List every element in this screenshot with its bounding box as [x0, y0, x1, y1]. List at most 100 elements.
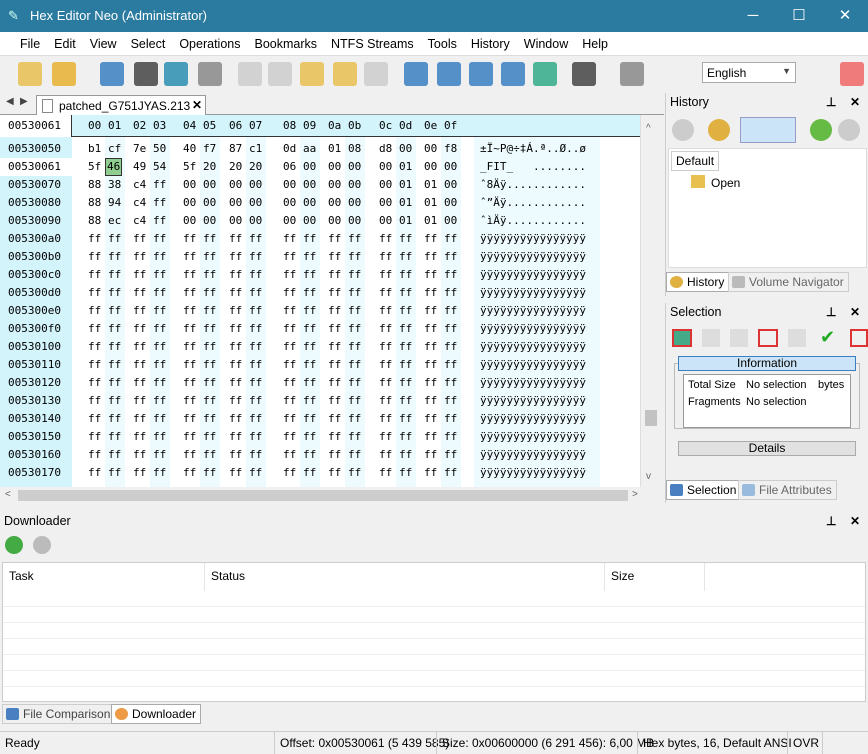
- hex-byte[interactable]: ff: [303, 357, 316, 373]
- hex-byte[interactable]: ff: [348, 339, 361, 355]
- ascii-text[interactable]: ÿÿÿÿÿÿÿÿÿÿÿÿÿÿÿÿ: [480, 303, 586, 319]
- hex-byte[interactable]: ff: [183, 465, 196, 481]
- check-icon[interactable]: ✔: [820, 327, 835, 348]
- hex-byte[interactable]: ff: [328, 339, 341, 355]
- hex-byte[interactable]: ff: [444, 321, 457, 337]
- copy-icon[interactable]: [333, 62, 357, 86]
- hex-byte[interactable]: ff: [183, 303, 196, 319]
- row-offset[interactable]: 00530061: [8, 159, 61, 175]
- row-offset[interactable]: 005300a0: [8, 231, 61, 247]
- hex-byte[interactable]: ff: [183, 375, 196, 391]
- hex-byte[interactable]: ff: [133, 231, 146, 247]
- hex-byte[interactable]: ff: [88, 393, 101, 409]
- scroll-up-icon[interactable]: ^: [646, 123, 651, 134]
- hex-byte[interactable]: ff: [183, 285, 196, 301]
- hex-byte[interactable]: 40: [183, 141, 196, 157]
- add-download-icon[interactable]: [5, 536, 23, 554]
- document-tab[interactable]: patched_G751JYAS.213 ✕: [36, 95, 206, 116]
- tab-file-attributes[interactable]: File Attributes: [738, 480, 837, 500]
- hex-byte[interactable]: 06: [283, 159, 296, 175]
- column-task[interactable]: Task: [3, 563, 205, 591]
- invert-selection-icon[interactable]: [730, 329, 748, 347]
- hex-byte[interactable]: ff: [203, 429, 216, 445]
- hex-byte[interactable]: ff: [303, 375, 316, 391]
- hex-byte[interactable]: 00: [249, 213, 262, 229]
- find-icon[interactable]: [437, 62, 461, 86]
- close-panel-icon[interactable]: ✕: [850, 514, 860, 528]
- hex-byte[interactable]: ff: [108, 447, 121, 463]
- hex-byte[interactable]: ff: [328, 393, 341, 409]
- row-offset[interactable]: 00530080: [8, 195, 61, 211]
- hex-byte[interactable]: d8: [379, 141, 392, 157]
- hex-byte[interactable]: ec: [108, 213, 121, 229]
- hex-byte[interactable]: ff: [424, 321, 437, 337]
- close-panel-icon[interactable]: ✕: [850, 95, 860, 109]
- hex-byte[interactable]: 00: [424, 141, 437, 157]
- tab-volume-navigator[interactable]: Volume Navigator: [728, 272, 849, 292]
- hex-byte[interactable]: ff: [203, 231, 216, 247]
- hex-byte[interactable]: ff: [444, 249, 457, 265]
- hex-byte[interactable]: ff: [444, 447, 457, 463]
- tab-downloader[interactable]: Downloader: [111, 704, 202, 724]
- hex-byte[interactable]: 00: [203, 177, 216, 193]
- remove-download-icon[interactable]: [33, 536, 51, 554]
- hex-byte[interactable]: ff: [424, 303, 437, 319]
- export-icon[interactable]: [404, 62, 428, 86]
- hex-byte[interactable]: ff: [108, 339, 121, 355]
- hex-byte[interactable]: ff: [249, 375, 262, 391]
- redo-icon[interactable]: [268, 62, 292, 86]
- menu-file[interactable]: File: [13, 32, 47, 56]
- hex-byte[interactable]: ff: [424, 339, 437, 355]
- hex-byte[interactable]: 00: [283, 195, 296, 211]
- hex-byte[interactable]: ff: [229, 303, 242, 319]
- menu-ntfs-streams[interactable]: NTFS Streams: [324, 32, 421, 56]
- hex-byte[interactable]: ff: [88, 321, 101, 337]
- hex-byte[interactable]: 20: [249, 159, 262, 175]
- hex-byte[interactable]: ff: [153, 465, 166, 481]
- hex-byte[interactable]: 00: [249, 177, 262, 193]
- hex-byte[interactable]: ff: [303, 429, 316, 445]
- hex-byte[interactable]: ff: [249, 357, 262, 373]
- hex-byte[interactable]: ff: [444, 231, 457, 247]
- history-item-open[interactable]: Open: [711, 176, 740, 190]
- tab-history[interactable]: History: [666, 272, 730, 292]
- hex-byte[interactable]: ff: [153, 195, 166, 211]
- hex-byte[interactable]: ff: [303, 447, 316, 463]
- hex-byte[interactable]: ff: [328, 249, 341, 265]
- hex-byte[interactable]: ff: [379, 231, 392, 247]
- expand-selection-icon[interactable]: [758, 329, 778, 347]
- hex-byte[interactable]: ff: [444, 375, 457, 391]
- column-size[interactable]: Size: [605, 563, 705, 591]
- hex-byte[interactable]: c4: [133, 195, 146, 211]
- hex-byte[interactable]: ff: [379, 321, 392, 337]
- hex-byte[interactable]: 49: [133, 159, 146, 175]
- hex-byte[interactable]: ff: [153, 285, 166, 301]
- horizontal-scrollbar[interactable]: < >: [0, 487, 660, 504]
- hex-byte[interactable]: ff: [379, 303, 392, 319]
- hex-byte[interactable]: ff: [379, 267, 392, 283]
- hex-byte[interactable]: ff: [249, 429, 262, 445]
- hex-byte[interactable]: ff: [203, 465, 216, 481]
- hex-byte[interactable]: ff: [249, 303, 262, 319]
- hex-byte[interactable]: ff: [399, 375, 412, 391]
- hex-byte[interactable]: 00: [249, 195, 262, 211]
- new-file-icon[interactable]: [18, 62, 42, 86]
- hex-byte[interactable]: ff: [249, 465, 262, 481]
- hex-byte[interactable]: c4: [133, 177, 146, 193]
- hex-byte[interactable]: ff: [203, 447, 216, 463]
- goto-icon[interactable]: [533, 62, 557, 86]
- hex-byte[interactable]: ff: [88, 429, 101, 445]
- hex-byte[interactable]: ff: [348, 321, 361, 337]
- find-next-icon[interactable]: [469, 62, 493, 86]
- ascii-text[interactable]: ÿÿÿÿÿÿÿÿÿÿÿÿÿÿÿÿ: [480, 447, 586, 463]
- print-icon[interactable]: [198, 62, 222, 86]
- hex-byte[interactable]: ff: [328, 267, 341, 283]
- ascii-text[interactable]: ÿÿÿÿÿÿÿÿÿÿÿÿÿÿÿÿ: [480, 267, 586, 283]
- hex-byte[interactable]: ff: [88, 447, 101, 463]
- hex-byte[interactable]: 00: [424, 159, 437, 175]
- hex-byte[interactable]: ff: [424, 447, 437, 463]
- hex-byte[interactable]: ff: [108, 429, 121, 445]
- hex-byte[interactable]: ff: [88, 303, 101, 319]
- hex-byte[interactable]: ff: [379, 339, 392, 355]
- hex-byte[interactable]: ff: [303, 303, 316, 319]
